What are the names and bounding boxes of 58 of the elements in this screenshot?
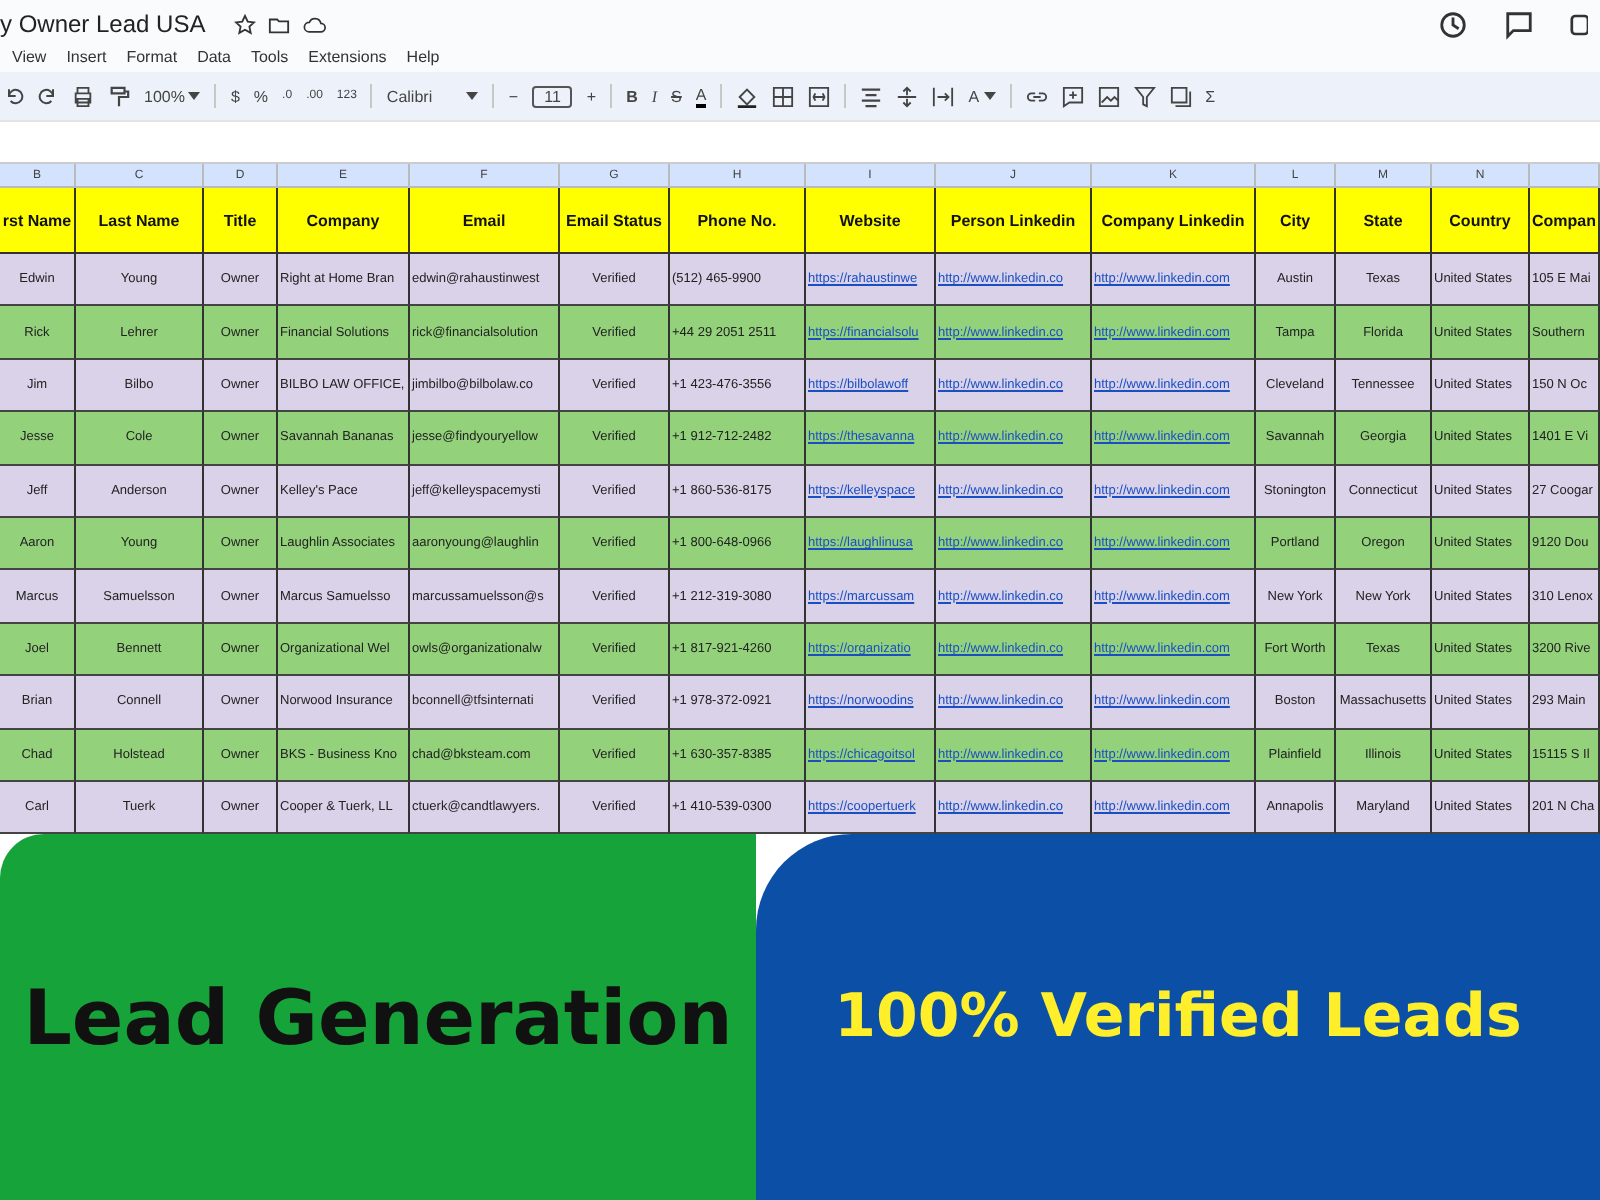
folder-icon[interactable] [267, 13, 290, 35]
header-cell: Person Linkedin [936, 188, 1092, 254]
header-cell: rst Name [0, 188, 76, 254]
bold-button[interactable]: B [626, 87, 638, 105]
comment-icon[interactable] [1504, 9, 1534, 39]
header-cell: Email Status [560, 188, 670, 254]
header-cell: Title [204, 188, 278, 254]
increase-font-size-button[interactable]: + [586, 87, 597, 105]
fill-color-icon[interactable] [736, 85, 759, 107]
text-rotation-button[interactable]: A [968, 87, 980, 105]
header-cell: Email [410, 188, 560, 254]
header-cell: Company Linkedin [1092, 188, 1256, 254]
percent-button[interactable]: % [253, 87, 269, 105]
header-cell: Country [1432, 188, 1530, 254]
cloud-icon[interactable] [301, 13, 326, 35]
text-wrap-icon[interactable] [932, 85, 955, 107]
caret-icon[interactable] [983, 92, 996, 100]
header-cell: Website [806, 188, 936, 254]
merge-cells-icon[interactable] [808, 85, 831, 107]
text-color-button[interactable]: A [695, 85, 707, 107]
document-title: y Owner Lead USA [0, 10, 206, 38]
filter-icon[interactable] [1133, 85, 1156, 107]
undo-icon[interactable] [4, 86, 24, 106]
image-icon[interactable] [1097, 85, 1120, 107]
borders-icon[interactable] [772, 85, 795, 107]
menu-item[interactable]: Tools [250, 48, 289, 66]
currency-button[interactable]: $ [230, 87, 240, 105]
header-cell: State [1336, 188, 1432, 254]
decrease-font-size-button[interactable]: − [508, 87, 519, 105]
functions-button[interactable]: Σ [1205, 87, 1216, 105]
header-cell: Company [278, 188, 410, 254]
italic-button[interactable]: I [651, 87, 658, 105]
history-icon[interactable] [1438, 9, 1468, 39]
banner-heading: Lead Generation [23, 973, 733, 1062]
caret-icon[interactable] [188, 92, 201, 100]
vertical-align-icon[interactable] [896, 85, 919, 107]
comment-add-icon[interactable] [1061, 85, 1084, 107]
header-cell: City [1256, 188, 1336, 254]
font-size-field[interactable]: 11 [532, 85, 573, 107]
caret-icon[interactable] [466, 92, 479, 100]
align-icon[interactable] [860, 85, 883, 107]
menu-item[interactable]: Help [406, 48, 440, 66]
header-cell: Compan [1530, 188, 1600, 254]
menu-item[interactable]: View [12, 48, 47, 66]
header-cell: Phone No. [670, 188, 806, 254]
strikethrough-button[interactable]: S [671, 87, 682, 105]
font-select[interactable]: Calibri [386, 87, 463, 105]
menu-item[interactable]: Data [197, 48, 231, 66]
zoom-select[interactable]: 100% [144, 87, 185, 105]
redo-icon[interactable] [38, 86, 58, 106]
menu-item[interactable]: Extensions [308, 48, 387, 66]
print-icon[interactable] [72, 85, 94, 107]
banner-heading: 100% Verified Leads [834, 982, 1522, 1053]
header-cell: Last Name [76, 188, 204, 254]
menu-item[interactable]: Format [126, 48, 178, 66]
paint-format-icon[interactable] [108, 85, 130, 107]
menu-item[interactable]: Insert [66, 48, 107, 66]
star-icon[interactable] [233, 13, 256, 35]
